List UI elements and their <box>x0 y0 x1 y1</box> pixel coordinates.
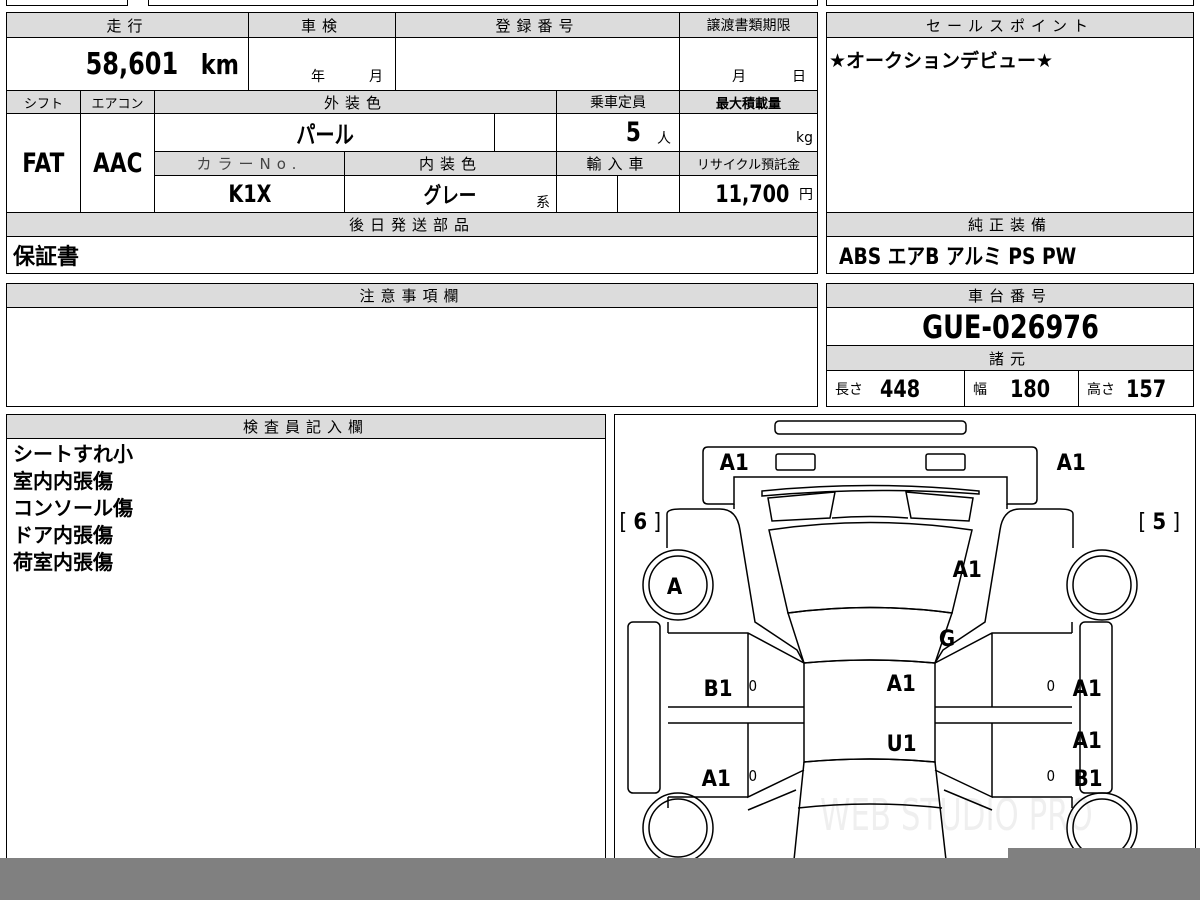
rear-quarter-glass-left <box>767 491 836 522</box>
tread-depth-left-value: 6 <box>633 510 648 535</box>
mark-roof-rear: U1 <box>886 732 917 757</box>
rear-bumper <box>774 420 967 435</box>
tread-depth-right: [ 5 ] <box>1138 510 1181 535</box>
rear-spoiler <box>761 484 980 497</box>
mark-rear-left: A1 <box>719 451 749 476</box>
mark-roof: A1 <box>886 672 916 697</box>
tread-right-front: 0 <box>1046 767 1056 785</box>
mark-tailgate: G <box>938 627 956 652</box>
tread-depth-left: [ 6 ] <box>619 510 662 535</box>
rear-glass-top <box>831 515 909 519</box>
tail-lamp-left <box>775 453 816 471</box>
tailgate <box>787 606 954 664</box>
rear-panel <box>702 446 1038 505</box>
tail-lamp-right <box>925 453 966 471</box>
tread-left-rear: 0 <box>748 677 758 695</box>
bottom-bar <box>0 858 1200 900</box>
rear-quarter-glass-right <box>905 491 974 522</box>
tread-left-front: 0 <box>748 767 758 785</box>
mark-tire-front-left: A <box>666 575 683 600</box>
mark-right-front-top: A1 <box>1072 729 1102 754</box>
tread-right-rear: 0 <box>1046 677 1056 695</box>
mark-left-front-door: A1 <box>701 767 731 792</box>
rear-window <box>768 521 973 614</box>
mark-right-rear-door: A1 <box>1072 677 1102 702</box>
mark-left-rear-door: B1 <box>703 677 733 702</box>
mark-right-front-door: B1 <box>1073 767 1103 792</box>
mark-rear-right: A1 <box>1056 451 1086 476</box>
tire-rear-left <box>642 792 714 864</box>
tire-front-right <box>1066 549 1138 621</box>
mark-rear-glass: A1 <box>952 558 982 583</box>
doors-left <box>668 632 805 811</box>
car-diagram <box>627 420 1138 864</box>
tread-depth-right-value: 5 <box>1152 510 1167 535</box>
watermark: WEB STUDIO PRO <box>820 790 1093 841</box>
side-sill-left <box>627 621 661 794</box>
